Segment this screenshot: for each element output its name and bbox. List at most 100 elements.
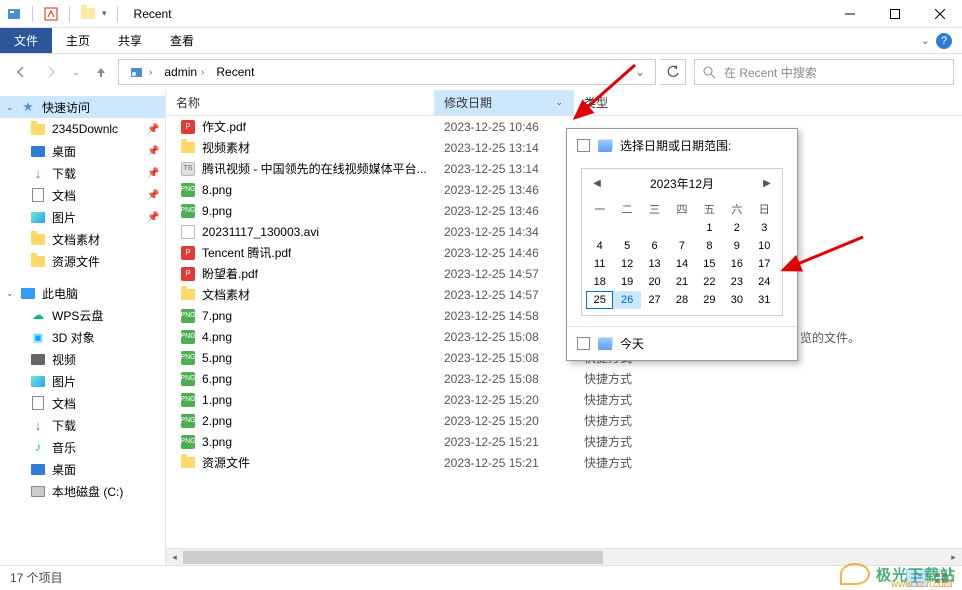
sidebar-item[interactable]: 图片📌 [0, 206, 165, 228]
close-button[interactable] [917, 0, 962, 28]
sidebar-item[interactable]: 图片 [0, 370, 165, 392]
calendar-day[interactable]: 19 [613, 273, 640, 291]
calendar-day[interactable]: 16 [723, 255, 750, 273]
up-button[interactable] [88, 59, 114, 85]
table-row[interactable]: P盼望着.pdf2023-12-25 14:57 [166, 263, 962, 284]
calendar-day[interactable]: 5 [613, 237, 640, 255]
sidebar-item[interactable]: 桌面📌 [0, 140, 165, 162]
table-row[interactable]: PTencent 腾讯.pdf2023-12-25 14:46 [166, 242, 962, 263]
calendar-day[interactable]: 24 [751, 273, 778, 291]
maximize-button[interactable] [872, 0, 917, 28]
sidebar-item[interactable]: 资源文件 [0, 250, 165, 272]
calendar-day[interactable]: 13 [641, 255, 668, 273]
sidebar-this-pc[interactable]: ⌄ 此电脑 [0, 282, 165, 304]
minimize-button[interactable] [827, 0, 872, 28]
next-month-button[interactable]: ▶ [758, 174, 776, 192]
calendar-day[interactable]: 18 [586, 273, 613, 291]
breadcrumb-seg-recent[interactable]: Recent [210, 65, 260, 79]
table-row[interactable]: PNG1.png2023-12-25 15:20快捷方式 [166, 389, 962, 410]
calendar-day[interactable]: 11 [586, 255, 613, 273]
search-input[interactable]: 在 Recent 中搜索 [694, 59, 954, 85]
calendar-day[interactable]: 14 [668, 255, 695, 273]
table-row[interactable]: PNG8.png2023-12-25 13:46 [166, 179, 962, 200]
calendar-day[interactable]: 12 [613, 255, 640, 273]
tab-file[interactable]: 文件 [0, 28, 52, 53]
calendar-day[interactable]: 7 [668, 237, 695, 255]
table-row[interactable]: 20231117_130003.avi2023-12-25 14:34 [166, 221, 962, 242]
calendar-day[interactable]: 2 [723, 219, 750, 237]
sidebar-item[interactable]: 2345Downlc📌 [0, 118, 165, 140]
sidebar-item[interactable]: 视频 [0, 348, 165, 370]
qat-dropdown-icon[interactable]: ▾ [102, 8, 107, 19]
expand-ribbon-icon[interactable]: ⌄ [921, 34, 930, 47]
scroll-left-icon[interactable]: ◂ [166, 549, 183, 566]
expand-icon[interactable]: ⌄ [6, 288, 14, 299]
calendar-day[interactable]: 15 [696, 255, 723, 273]
column-date[interactable]: 修改日期⌄ [434, 90, 574, 115]
sidebar-item[interactable]: ☁WPS云盘 [0, 304, 165, 326]
table-row[interactable]: PNG9.png2023-12-25 13:46 [166, 200, 962, 221]
table-row[interactable]: PNG7.png2023-12-25 14:58 [166, 305, 962, 326]
calendar-day[interactable]: 28 [668, 291, 695, 309]
calendar-day[interactable]: 9 [723, 237, 750, 255]
sidebar-quick-access[interactable]: ⌄ ★ 快速访问 [0, 96, 165, 118]
checkbox[interactable] [577, 139, 590, 152]
column-name[interactable]: 名称 [166, 90, 434, 115]
calendar-day[interactable]: 20 [641, 273, 668, 291]
address-dropdown-icon[interactable]: ⌄ [629, 65, 651, 79]
sidebar-item[interactable]: 文档 [0, 392, 165, 414]
table-row[interactable]: 文档素材2023-12-25 14:57 [166, 284, 962, 305]
table-row[interactable]: PNG5.png2023-12-25 15:08快捷方式 [166, 347, 962, 368]
expand-icon[interactable]: ⌄ [6, 102, 14, 113]
calendar-day[interactable]: 23 [723, 273, 750, 291]
scrollbar-thumb[interactable] [183, 551, 603, 564]
properties-icon[interactable] [43, 6, 59, 22]
tab-home[interactable]: 主页 [52, 28, 104, 53]
calendar-day[interactable]: 29 [696, 291, 723, 309]
sidebar-item[interactable]: ▣3D 对象 [0, 326, 165, 348]
tab-share[interactable]: 共享 [104, 28, 156, 53]
calendar-day[interactable]: 21 [668, 273, 695, 291]
table-row[interactable]: TS腾讯视频 - 中国领先的在线视频媒体平台...2023-12-25 13:1… [166, 158, 962, 179]
recent-dropdown-icon[interactable]: ⌄ [68, 59, 84, 85]
calendar-day[interactable]: 3 [751, 219, 778, 237]
sidebar-item[interactable]: ♪音乐 [0, 436, 165, 458]
calendar-day[interactable]: 31 [751, 291, 778, 309]
calendar-day[interactable]: 10 [751, 237, 778, 255]
calendar-day[interactable]: 25 [586, 291, 613, 309]
sidebar-item[interactable]: 桌面 [0, 458, 165, 480]
checkbox[interactable] [577, 337, 590, 350]
today-label[interactable]: 今天 [620, 335, 644, 352]
sidebar-item[interactable]: ↓下载📌 [0, 162, 165, 184]
breadcrumb-seg-admin[interactable]: admin › [158, 65, 210, 79]
table-row[interactable]: P作文.pdf2023-12-25 10:46 [166, 116, 962, 137]
calendar-day[interactable]: 6 [641, 237, 668, 255]
calendar-day[interactable]: 17 [751, 255, 778, 273]
table-row[interactable]: PNG3.png2023-12-25 15:21快捷方式 [166, 431, 962, 452]
sidebar-item[interactable]: 文档素材 [0, 228, 165, 250]
breadcrumb-root-icon[interactable]: › [123, 65, 158, 79]
column-type[interactable]: 类型 [574, 90, 714, 115]
calendar-day[interactable]: 8 [696, 237, 723, 255]
calendar-month-label[interactable]: 2023年12月 [650, 175, 714, 192]
help-icon[interactable]: ? [936, 33, 952, 49]
calendar-day[interactable]: 22 [696, 273, 723, 291]
prev-month-button[interactable]: ◀ [588, 174, 606, 192]
column-filter-dropdown-icon[interactable]: ⌄ [555, 97, 563, 108]
calendar-day[interactable]: 30 [723, 291, 750, 309]
calendar-day[interactable]: 1 [696, 219, 723, 237]
sidebar-item[interactable]: ↓下载 [0, 414, 165, 436]
sidebar-item[interactable]: 本地磁盘 (C:) [0, 480, 165, 502]
calendar-day[interactable]: 27 [641, 291, 668, 309]
tab-view[interactable]: 查看 [156, 28, 208, 53]
table-row[interactable]: 资源文件2023-12-25 15:21快捷方式 [166, 452, 962, 473]
breadcrumb[interactable]: › admin › Recent ⌄ [118, 59, 656, 85]
back-button[interactable] [8, 59, 34, 85]
forward-button[interactable] [38, 59, 64, 85]
sidebar-item[interactable]: 文档📌 [0, 184, 165, 206]
refresh-button[interactable] [660, 59, 686, 85]
table-row[interactable]: PNG2.png2023-12-25 15:20快捷方式 [166, 410, 962, 431]
calendar-day[interactable]: 26 [613, 291, 640, 309]
table-row[interactable]: 视频素材2023-12-25 13:14 [166, 137, 962, 158]
folder-icon[interactable] [80, 6, 96, 22]
